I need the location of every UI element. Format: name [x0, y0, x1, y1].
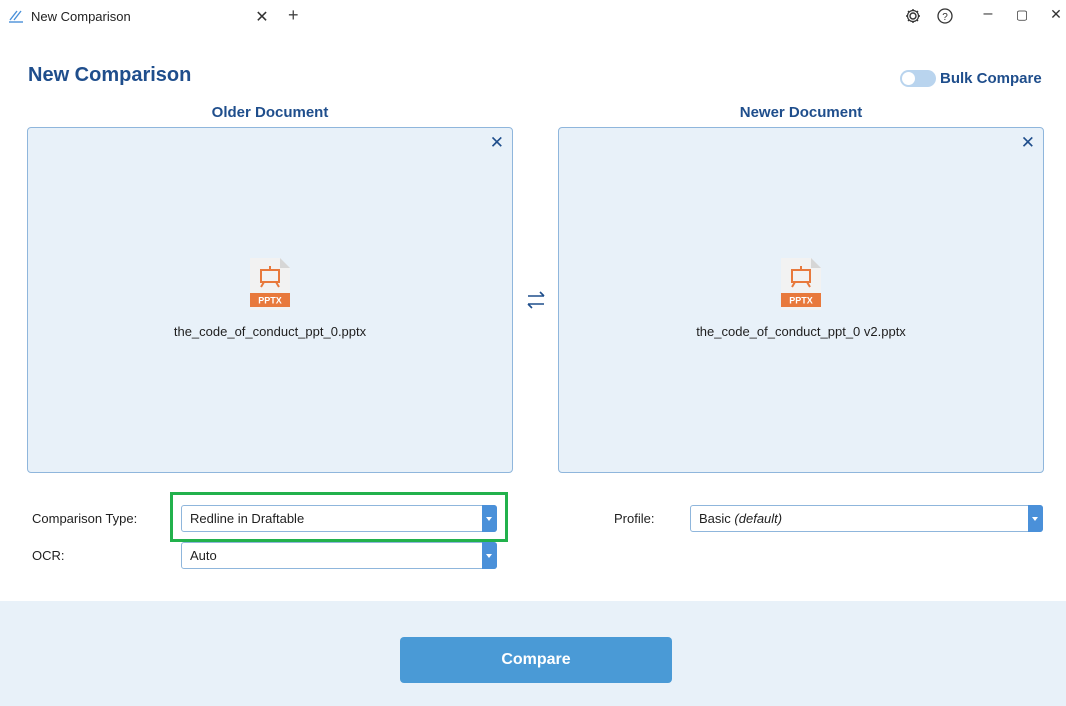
title-bar: New Comparison ✕ + ? – ▢ ✕ [0, 0, 1066, 33]
new-tab-plus-icon[interactable]: + [288, 5, 299, 26]
file-badge: PPTX [258, 296, 282, 306]
profile-select[interactable]: Basic (default) [690, 505, 1043, 532]
ocr-select[interactable]: Auto [181, 542, 497, 569]
gear-icon[interactable] [902, 5, 924, 27]
page-title: New Comparison [28, 64, 192, 86]
swap-documents-icon[interactable] [524, 287, 548, 313]
bulk-compare-toggle[interactable] [900, 70, 936, 87]
older-document-header: Older Document [211, 104, 329, 121]
pptx-file-icon: PPTX [250, 258, 290, 310]
comparison-type-label: Comparison Type: [32, 511, 138, 526]
file-badge: PPTX [789, 296, 813, 306]
ocr-value: Auto [190, 548, 217, 563]
svg-text:?: ? [942, 12, 948, 23]
profile-value: Basic (default) [699, 511, 782, 526]
profile-name: Basic [699, 511, 731, 526]
tab-new-comparison[interactable]: New Comparison ✕ [0, 0, 280, 33]
remove-newer-document-icon[interactable]: ✕ [1021, 133, 1035, 153]
chevron-down-icon[interactable] [482, 542, 497, 569]
newer-file-name: the_code_of_conduct_ppt_0 v2.pptx [696, 324, 906, 339]
profile-default-suffix: (default) [734, 511, 783, 526]
pptx-file-icon: PPTX [781, 258, 821, 310]
tab-title: New Comparison [31, 9, 131, 24]
chevron-down-icon[interactable] [1028, 505, 1043, 532]
selection-highlight-box [170, 492, 508, 542]
newer-document-header: Newer Document [739, 104, 863, 121]
close-window-icon[interactable]: ✕ [1045, 6, 1066, 28]
minimize-icon[interactable]: – [977, 5, 999, 27]
ocr-label: OCR: [32, 548, 65, 563]
toggle-knob [902, 72, 915, 85]
remove-older-document-icon[interactable]: ✕ [490, 133, 504, 153]
footer-bar: Compare [0, 601, 1066, 706]
help-icon[interactable]: ? [934, 5, 956, 27]
newer-document-dropzone[interactable]: ✕ PPTX the_code_of_conduct_ppt_0 v2.pptx [558, 127, 1044, 473]
older-file-name: the_code_of_conduct_ppt_0.pptx [173, 324, 367, 339]
bulk-compare-label: Bulk Compare [940, 70, 1042, 87]
draftable-logo-icon [9, 10, 23, 23]
compare-button[interactable]: Compare [400, 637, 672, 683]
older-document-dropzone[interactable]: ✕ PPTX the_code_of_conduct_ppt_0.pptx [27, 127, 513, 473]
maximize-icon[interactable]: ▢ [1011, 7, 1033, 29]
profile-label: Profile: [614, 511, 655, 526]
tab-close-icon[interactable]: ✕ [253, 7, 271, 27]
